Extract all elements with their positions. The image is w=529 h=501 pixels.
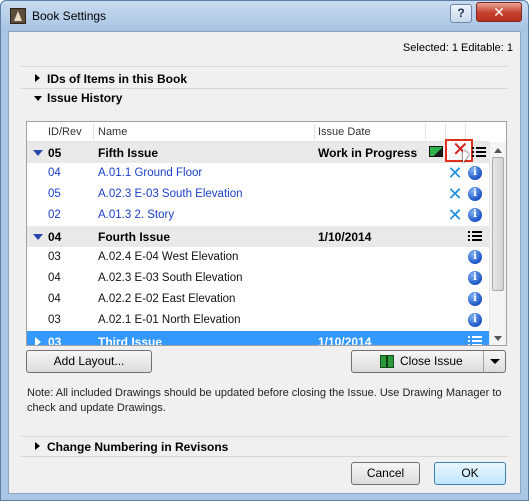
row-name: A.02.2 E-02 East Elevation <box>98 293 236 305</box>
add-layout-button[interactable]: Add Layout... <box>26 350 152 373</box>
row-id: 03 <box>48 335 62 346</box>
info-icon[interactable]: i <box>468 292 482 306</box>
info-icon[interactable]: i <box>468 166 482 180</box>
column-divider[interactable] <box>425 124 426 140</box>
mouse-cursor-icon <box>463 150 469 163</box>
section-numbering-label: Change Numbering in Revisons <box>47 440 229 454</box>
layout-row[interactable]: 02 A.01.3 2. Story ✕ i <box>27 205 489 226</box>
row-name: Fourth Issue <box>98 230 171 244</box>
remove-layout-icon[interactable]: ✕ <box>447 185 463 203</box>
list-header: ID/Rev Name Issue Date <box>27 122 489 142</box>
remove-layout-icon[interactable]: ✕ <box>447 164 463 182</box>
ok-button[interactable]: OK <box>434 462 506 485</box>
close-issue-button[interactable]: Close Issue <box>351 350 506 373</box>
scrollbar-thumb[interactable] <box>492 157 504 291</box>
layout-row[interactable]: 03 A.02.4 E-04 West Elevation i <box>27 247 489 268</box>
info-icon[interactable]: i <box>468 250 482 264</box>
layout-row[interactable]: 04 A.01.1 Ground Floor ✕ i <box>27 163 489 184</box>
scroll-up-arrow-icon[interactable] <box>494 148 502 153</box>
divider <box>21 88 508 89</box>
layout-row[interactable]: 04 A.02.2 E-02 East Elevation i <box>27 289 489 310</box>
row-name: A.02.1 E-01 North Elevation <box>98 314 241 326</box>
layout-row[interactable]: 03 A.02.1 E-01 North Elevation i <box>27 310 489 331</box>
title-bar[interactable]: Book Settings ? ✕ <box>1 1 528 31</box>
list-icon[interactable] <box>468 335 482 345</box>
list-icon[interactable] <box>468 230 482 243</box>
layout-row[interactable]: 05 A.02.3 E-03 South Elevation ✕ i <box>27 184 489 205</box>
column-header-id[interactable]: ID/Rev <box>48 126 82 138</box>
column-divider[interactable] <box>465 124 466 140</box>
issue-row[interactable]: 04 Fourth Issue 1/10/2014 <box>27 226 489 247</box>
collapse-issue-icon[interactable] <box>33 234 43 240</box>
section-history-label: Issue History <box>47 91 123 105</box>
row-id: 05 <box>48 188 61 200</box>
issue-row[interactable]: 05 Fifth Issue Work in Progress ✕ <box>27 139 489 163</box>
section-numbering-toggle[interactable]: Change Numbering in Revisons <box>21 438 501 456</box>
issue-flag-icon[interactable] <box>429 146 443 157</box>
scroll-down-arrow-icon[interactable] <box>494 336 502 341</box>
section-history-toggle[interactable]: Issue History <box>21 90 501 108</box>
closing-note: Note: All included Drawings should be up… <box>27 387 502 414</box>
row-date: 1/10/2014 <box>318 230 372 244</box>
row-name: A.01.1 Ground Floor <box>98 167 203 179</box>
row-id: 02 <box>48 209 61 221</box>
row-name: Third Issue <box>98 335 163 346</box>
row-name: A.02.4 E-04 West Elevation <box>98 251 239 263</box>
issue-history-list[interactable]: ID/Rev Name Issue Date 05 Fifth Issue Wo… <box>26 121 507 346</box>
section-ids-toggle[interactable]: IDs of Items in this Book <box>21 70 501 88</box>
expand-arrow-icon <box>35 74 40 82</box>
section-ids-label: IDs of Items in this Book <box>47 72 188 86</box>
column-divider[interactable] <box>93 124 94 140</box>
column-header-date[interactable]: Issue Date <box>318 126 371 138</box>
close-issue-label: Close Issue <box>400 354 463 368</box>
info-icon[interactable]: i <box>468 208 482 222</box>
divider <box>21 436 508 437</box>
row-id: 03 <box>48 314 61 326</box>
window-title: Book Settings <box>32 9 107 23</box>
remove-layout-icon[interactable]: ✕ <box>447 206 463 224</box>
row-id: 04 <box>48 272 61 284</box>
row-id: 05 <box>48 146 62 160</box>
cancel-button[interactable]: Cancel <box>351 462 420 485</box>
column-divider[interactable] <box>445 124 446 140</box>
book-icon <box>380 355 394 368</box>
row-id: 04 <box>48 167 61 179</box>
row-id: 03 <box>48 251 61 263</box>
dialog-body: Selected: 1 Editable: 1 IDs of Items in … <box>8 31 521 494</box>
expand-issue-icon[interactable] <box>35 337 41 345</box>
column-header-name[interactable]: Name <box>98 126 127 138</box>
issue-row-selected[interactable]: 03 Third Issue 1/10/2014 <box>27 331 489 346</box>
book-settings-window: Book Settings ? ✕ Selected: 1 Editable: … <box>0 0 529 501</box>
info-icon[interactable]: i <box>468 271 482 285</box>
row-name: A.02.3 E-03 South Elevation <box>98 188 243 200</box>
close-issue-dropdown-arrow-icon[interactable] <box>483 351 505 372</box>
row-date: Work in Progress <box>318 146 418 160</box>
list-icon[interactable] <box>472 146 486 159</box>
layout-row[interactable]: 04 A.02.3 E-03 South Elevation i <box>27 268 489 289</box>
row-id: 04 <box>48 293 61 305</box>
divider <box>21 66 508 67</box>
help-button[interactable]: ? <box>450 4 472 23</box>
row-id: 04 <box>48 230 62 244</box>
collapse-arrow-icon <box>34 96 42 101</box>
info-icon[interactable]: i <box>468 313 482 327</box>
collapse-issue-icon[interactable] <box>33 150 43 156</box>
vertical-scrollbar[interactable] <box>489 142 506 345</box>
divider <box>21 456 508 457</box>
row-date: 1/10/2014 <box>318 335 372 346</box>
row-name: Fifth Issue <box>98 146 159 160</box>
app-icon <box>10 8 26 24</box>
info-icon[interactable]: i <box>468 187 482 201</box>
expand-arrow-icon <box>35 442 40 450</box>
column-divider[interactable] <box>314 124 315 140</box>
selection-status: Selected: 1 Editable: 1 <box>402 42 513 54</box>
close-window-button[interactable]: ✕ <box>476 2 522 22</box>
row-name: A.01.3 2. Story <box>98 209 175 221</box>
row-name: A.02.3 E-03 South Elevation <box>98 272 243 284</box>
